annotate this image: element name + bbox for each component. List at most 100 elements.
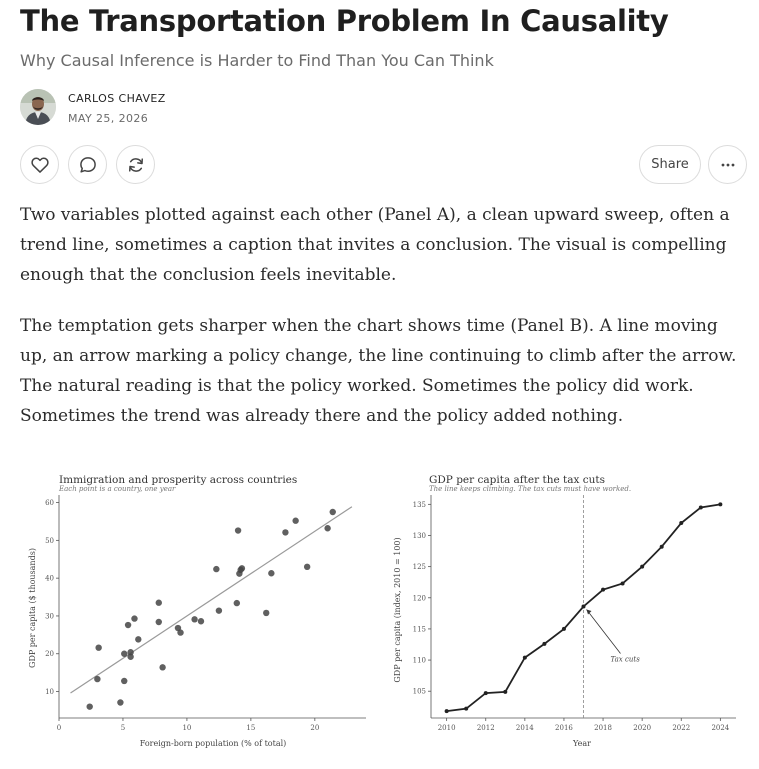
gdp-point: [483, 691, 488, 696]
chart-a-trend-line: [70, 506, 353, 694]
scatter-point: [197, 618, 205, 625]
gdp-point: [698, 505, 703, 510]
body-paragraph-1: Two variables plotted against each other…: [20, 205, 730, 285]
gdp-point: [561, 626, 566, 631]
chart-b-y-tick-label: 110: [413, 657, 426, 665]
chart-b-x-tick-label: 2024: [711, 724, 729, 732]
scatter-point: [127, 653, 134, 660]
scatter-chart-svg: Immigration and prosperity across countr…: [28, 474, 366, 748]
gdp-point: [601, 587, 606, 592]
chart-a-x-tick-label: 0: [57, 724, 61, 732]
chart-b-y-tick-label: 125: [413, 563, 426, 571]
chart-a-xlabel: Foreign-born population (% of total): [140, 739, 287, 748]
chart-a-y-tick-label: 60: [45, 499, 54, 507]
gdp-point: [659, 544, 664, 549]
chart-a-y-tick-label: 50: [45, 537, 54, 545]
scatter-point: [324, 525, 331, 532]
gdp-point: [640, 564, 645, 569]
scatter-point: [238, 565, 246, 572]
gdp-point: [679, 521, 684, 526]
chart-b-x-tick-label: 2018: [594, 724, 612, 732]
like-button[interactable]: [20, 145, 59, 184]
gdp-point: [620, 581, 625, 586]
chart-a-y-tick-label: 20: [45, 650, 54, 658]
scatter-point: [191, 616, 198, 623]
scatter-point: [121, 677, 128, 685]
chart-a-x-tick-label: 15: [246, 724, 255, 732]
chart-b-x-tick-label: 2022: [672, 724, 690, 732]
more-icon: [721, 163, 734, 166]
chart-a-y-tick-label: 30: [45, 612, 54, 620]
scatter-point: [159, 664, 166, 671]
chart-a-x-tick-label: 5: [121, 724, 125, 732]
gdp-point: [503, 689, 508, 694]
chart-b-xlabel: Year: [572, 739, 591, 748]
scatter-point: [155, 599, 162, 606]
chart-b-x-tick-label: 2020: [633, 724, 651, 732]
scatter-point: [233, 599, 241, 607]
chart-b-y-tick-label: 105: [413, 688, 426, 696]
restack-button[interactable]: [116, 145, 155, 184]
scatter-point: [86, 703, 93, 710]
chart-b-ylabel: GDP per capita (index, 2010 = 100): [393, 537, 402, 682]
share-button[interactable]: Share: [639, 145, 701, 184]
scatter-point: [234, 527, 242, 534]
annotation-arrow-line: [586, 609, 621, 654]
scatter-point: [94, 675, 101, 683]
author-name[interactable]: CARLOS CHAVEZ: [68, 92, 166, 105]
scatter-point: [117, 699, 124, 706]
avatar-image: [20, 89, 56, 125]
chart-b-y-tick-label: 130: [413, 532, 426, 540]
gdp-point: [464, 706, 469, 711]
annotation-label: Tax cuts: [611, 656, 641, 664]
article-title: The Transportation Problem In Causality: [20, 4, 669, 38]
more-options-button[interactable]: [708, 145, 747, 184]
body-paragraph-2: The temptation gets sharper when the cha…: [20, 316, 737, 426]
chart-b-y-tick-label: 115: [413, 625, 426, 633]
panel-a-scatter-chart: Immigration and prosperity across countr…: [18, 466, 370, 756]
chart-b-x-tick-label: 2016: [555, 724, 573, 732]
comment-icon: [79, 156, 96, 173]
gdp-point: [444, 709, 449, 714]
chart-b-x-tick-label: 2012: [477, 724, 495, 732]
scatter-point: [95, 644, 102, 651]
author-avatar[interactable]: [20, 89, 56, 125]
scatter-point: [135, 636, 142, 643]
scatter-point: [329, 508, 336, 516]
scatter-point: [292, 517, 299, 524]
scatter-point: [177, 629, 184, 636]
gdp-point: [718, 502, 723, 507]
gdp-point: [581, 604, 586, 609]
chart-b-y-tick-label: 135: [413, 501, 426, 509]
restack-icon: [128, 157, 143, 172]
chart-a-x-tick-label: 20: [310, 724, 319, 732]
chart-b-x-tick-label: 2014: [516, 724, 534, 732]
scatter-point: [121, 650, 128, 657]
scatter-point: [303, 563, 311, 571]
scatter-point: [213, 565, 220, 573]
line-chart-svg: GDP per capita after the tax cuts The li…: [393, 474, 736, 748]
gdp-point: [542, 641, 547, 646]
chart-a-subtitle: Each point is a country, one year: [58, 485, 176, 493]
annotation-arrow-head: [586, 609, 592, 615]
scatter-point: [263, 609, 270, 617]
scatter-point: [215, 607, 223, 614]
chart-b-subtitle: The line keeps climbing. The tax cuts mu…: [429, 485, 631, 493]
scatter-point: [131, 615, 138, 622]
chart-b-y-tick-label: 120: [413, 594, 426, 602]
heart-icon: [30, 157, 49, 173]
scatter-point: [282, 529, 289, 536]
comment-button[interactable]: [68, 145, 107, 184]
gdp-point: [522, 655, 527, 660]
scatter-point: [124, 621, 132, 629]
panel-b-line-chart: GDP per capita after the tax cuts The li…: [388, 466, 740, 756]
scatter-point: [268, 570, 275, 577]
chart-a-ylabel: GDP per capita ($ thousands): [28, 548, 37, 668]
chart-a-y-tick-label: 40: [45, 575, 54, 583]
article-subtitle: Why Causal Inference is Harder to Find T…: [20, 51, 494, 70]
chart-a-x-tick-label: 10: [182, 724, 191, 732]
chart-a-y-tick-label: 10: [45, 688, 54, 696]
post-date: MAY 25, 2026: [68, 112, 149, 125]
scatter-point: [155, 618, 162, 626]
chart-b-x-tick-label: 2010: [438, 724, 456, 732]
